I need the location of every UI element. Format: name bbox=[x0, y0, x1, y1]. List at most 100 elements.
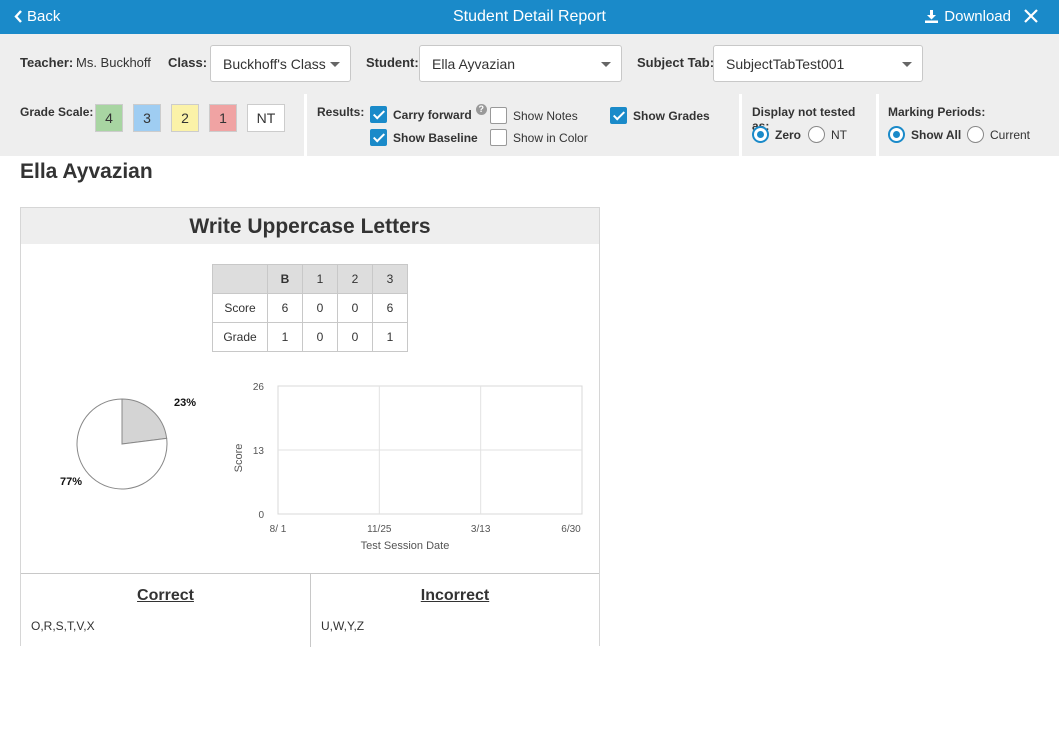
help-icon[interactable]: ? bbox=[475, 104, 487, 115]
x-tick-label: 3/13 bbox=[471, 524, 491, 535]
download-label: Download bbox=[944, 8, 1011, 25]
teacher-label: Teacher: bbox=[20, 55, 74, 70]
table-row: Grade 1 0 0 1 bbox=[212, 322, 408, 352]
radio-unselected-icon bbox=[808, 126, 825, 143]
radio-show-all[interactable]: Show All bbox=[888, 126, 961, 143]
incorrect-letters: U,W,Y,Z bbox=[321, 619, 365, 633]
show-baseline-checkbox[interactable]: Show Baseline bbox=[370, 129, 478, 146]
subject-tab-label: Subject Tab: bbox=[637, 55, 715, 70]
grade-scale-label: Grade Scale: bbox=[20, 105, 94, 119]
show-in-color-checkbox[interactable]: Show in Color bbox=[490, 129, 588, 146]
marking-periods-section: Marking Periods: Show All Current bbox=[879, 94, 1059, 156]
table-row: Score 6 0 0 6 bbox=[212, 293, 408, 323]
table-cell: 0 bbox=[302, 293, 338, 323]
subject-tab-select[interactable]: SubjectTabTest001 bbox=[713, 45, 923, 82]
table-cell: 0 bbox=[302, 322, 338, 352]
y-tick-label: 26 bbox=[253, 382, 265, 393]
carry-forward-checkbox[interactable]: Carry forward ? bbox=[370, 104, 487, 123]
grade-swatch-3: 3 bbox=[133, 104, 161, 132]
table-corner-cell bbox=[212, 264, 268, 294]
table-cell: 0 bbox=[337, 293, 373, 323]
filter-bar: Teacher: Ms. Buckhoff Class: Buckhoff's … bbox=[0, 34, 1059, 94]
class-select[interactable]: Buckhoff's Class bbox=[210, 45, 351, 82]
student-select[interactable]: Ella Ayvazian bbox=[419, 45, 622, 82]
x-tick-label: 8/ 1 bbox=[270, 524, 287, 535]
skill-title: Write Uppercase Letters bbox=[21, 208, 599, 244]
display-not-tested-section: Display not tested as: Zero NT bbox=[742, 94, 876, 156]
radio-unselected-icon bbox=[967, 126, 984, 143]
table-cell: 1 bbox=[267, 322, 303, 352]
incorrect-heading: Incorrect bbox=[420, 587, 490, 604]
student-name-heading: Ella Ayvazian bbox=[20, 160, 153, 183]
grade-scale-section: Grade Scale: 4 3 2 1 NT bbox=[0, 94, 304, 156]
table-row-label: Grade bbox=[212, 322, 268, 352]
radio-selected-icon bbox=[888, 126, 905, 143]
show-in-color-label: Show in Color bbox=[513, 130, 588, 145]
results-label: Results: bbox=[317, 105, 365, 119]
page-title: Student Detail Report bbox=[453, 8, 606, 25]
show-grades-label: Show Grades bbox=[633, 108, 710, 123]
y-tick-label: 13 bbox=[253, 446, 265, 457]
radio-current-label: Current bbox=[990, 127, 1031, 142]
table-cell: 1 bbox=[372, 322, 408, 352]
pie-slice bbox=[121, 398, 168, 445]
radio-current[interactable]: Current bbox=[967, 126, 1030, 143]
chevron-down-icon bbox=[330, 62, 340, 67]
pie-slice-label: 23% bbox=[174, 397, 196, 409]
table-cell: 0 bbox=[337, 322, 373, 352]
download-icon bbox=[925, 10, 939, 23]
student-select-value: Ella Ayvazian bbox=[432, 56, 516, 72]
checkbox-checked-icon bbox=[610, 107, 627, 124]
grade-swatch-nt: NT bbox=[247, 104, 285, 132]
correct-heading: Correct bbox=[137, 587, 194, 604]
marking-periods-label: Marking Periods: bbox=[888, 105, 986, 119]
score-table: B 1 2 3 Score 6 0 0 6 Grade 1 0 0 1 bbox=[212, 264, 408, 352]
x-tick-label: 11/25 bbox=[367, 524, 392, 535]
table-header-row: B 1 2 3 bbox=[212, 264, 408, 294]
table-header-cell: 2 bbox=[337, 264, 373, 294]
pie-slice-label: 77% bbox=[60, 476, 82, 488]
radio-zero[interactable]: Zero bbox=[752, 126, 801, 143]
grade-swatch-2: 2 bbox=[171, 104, 199, 132]
table-cell: 6 bbox=[372, 293, 408, 323]
close-button[interactable] bbox=[1023, 8, 1041, 26]
checkbox-checked-icon bbox=[370, 129, 387, 146]
subject-tab-select-value: SubjectTabTest001 bbox=[726, 56, 845, 72]
class-select-value: Buckhoff's Class bbox=[223, 56, 326, 72]
show-grades-checkbox[interactable]: Show Grades bbox=[610, 107, 710, 124]
close-icon bbox=[1024, 9, 1038, 23]
correct-letters: O,R,S,T,V,X bbox=[31, 619, 95, 633]
y-axis-label: Score bbox=[233, 444, 245, 473]
radio-show-all-label: Show All bbox=[911, 127, 962, 142]
checkbox-checked-icon bbox=[370, 106, 387, 123]
results-section: Results: Carry forward ? Show Baseline S… bbox=[307, 94, 739, 156]
title-bar: Back Student Detail Report Download bbox=[0, 0, 1059, 34]
score-line-chart: 0 13 26 8/ 1 11/25 3/13 6/30 Test Session Date S… bbox=[233, 382, 583, 552]
table-header-cell: 3 bbox=[372, 264, 408, 294]
x-axis-label: Test Session Date bbox=[361, 540, 450, 552]
teacher-value: Ms. Buckhoff bbox=[76, 55, 151, 70]
options-bar: Grade Scale: 4 3 2 1 NT Results: Carry f… bbox=[0, 94, 1059, 156]
download-button[interactable]: Download bbox=[925, 8, 1011, 25]
x-tick-label: 6/30 bbox=[561, 524, 581, 535]
table-header-cell: B bbox=[267, 264, 303, 294]
table-cell: 6 bbox=[267, 293, 303, 323]
radio-nt-label: NT bbox=[831, 127, 847, 142]
radio-selected-icon bbox=[752, 126, 769, 143]
grade-swatch-1: 1 bbox=[209, 104, 237, 132]
chevron-down-icon bbox=[601, 62, 611, 67]
show-baseline-label: Show Baseline bbox=[393, 130, 478, 145]
chevron-down-icon bbox=[902, 62, 912, 67]
show-notes-checkbox[interactable]: Show Notes bbox=[490, 107, 578, 124]
class-label: Class: bbox=[168, 55, 208, 70]
carry-forward-label: Carry forward bbox=[393, 107, 472, 122]
radio-zero-label: Zero bbox=[775, 127, 802, 142]
radio-nt[interactable]: NT bbox=[808, 126, 847, 143]
student-label: Student: bbox=[366, 55, 419, 70]
pie-chart: 23% 77% bbox=[60, 397, 196, 490]
correct-panel: Correct O,R,S,T,V,X bbox=[21, 573, 310, 647]
y-tick-label: 0 bbox=[258, 510, 264, 521]
checkbox-unchecked-icon bbox=[490, 107, 507, 124]
checkbox-unchecked-icon bbox=[490, 129, 507, 146]
grade-swatch-4: 4 bbox=[95, 104, 123, 132]
